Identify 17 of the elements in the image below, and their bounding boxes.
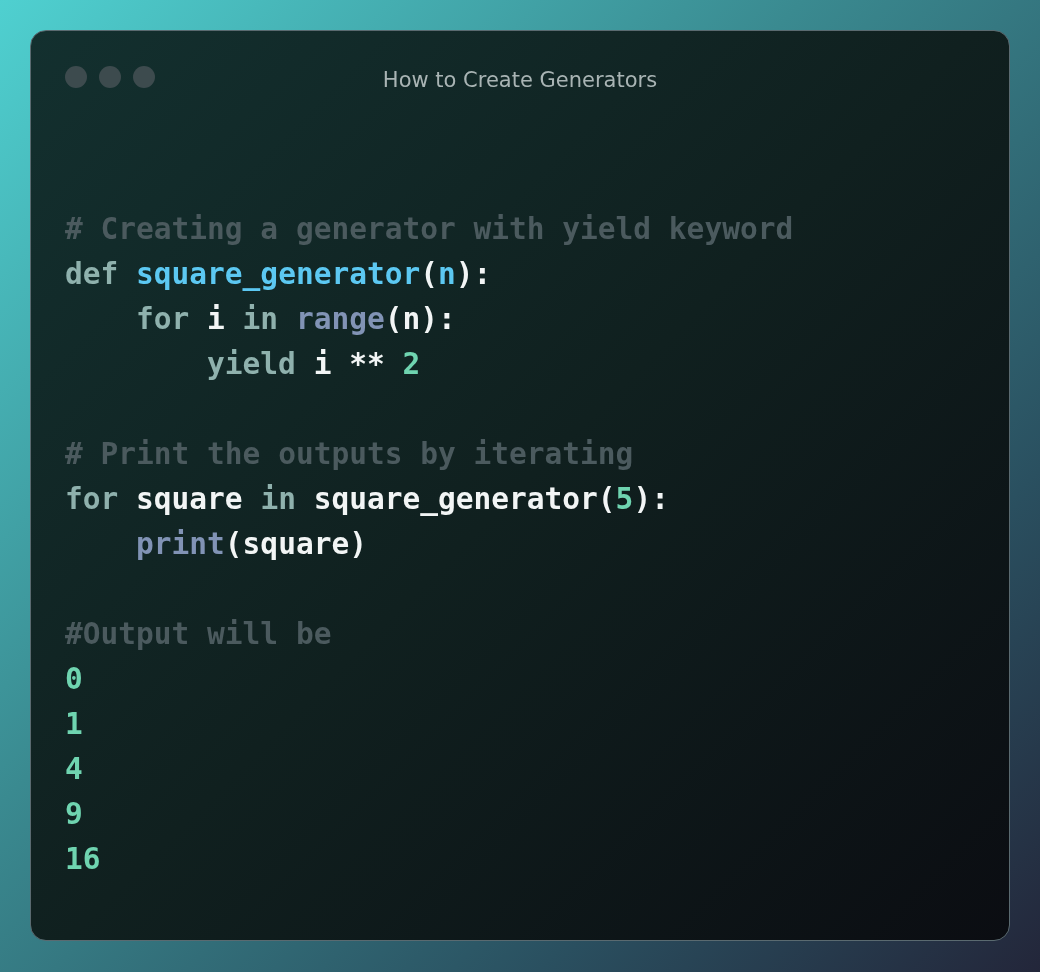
code-line: 16 xyxy=(65,841,102,878)
code-line: 0 xyxy=(65,661,84,698)
window-dot-icon[interactable] xyxy=(133,66,155,88)
code-line: print(square) xyxy=(135,526,368,563)
code-line: 4 xyxy=(65,751,84,788)
code-line: 1 xyxy=(65,706,84,743)
window-title: How to Create Generators xyxy=(382,67,658,92)
window-dot-icon[interactable] xyxy=(99,66,121,88)
window-dot-icon[interactable] xyxy=(65,66,87,88)
code-line: 9 xyxy=(65,796,84,833)
code-line: yield i ** 2 xyxy=(206,346,422,383)
code-line: for square in square_generator(5): xyxy=(65,481,670,518)
code-line: #Output will be xyxy=(65,616,333,653)
code-line: def square_generator(n): xyxy=(65,256,493,293)
code-line: # Print the outputs by iterating xyxy=(65,436,635,473)
code-line: for i in range(n): xyxy=(135,301,457,338)
code-line: # Creating a generator with yield keyword xyxy=(65,211,795,248)
